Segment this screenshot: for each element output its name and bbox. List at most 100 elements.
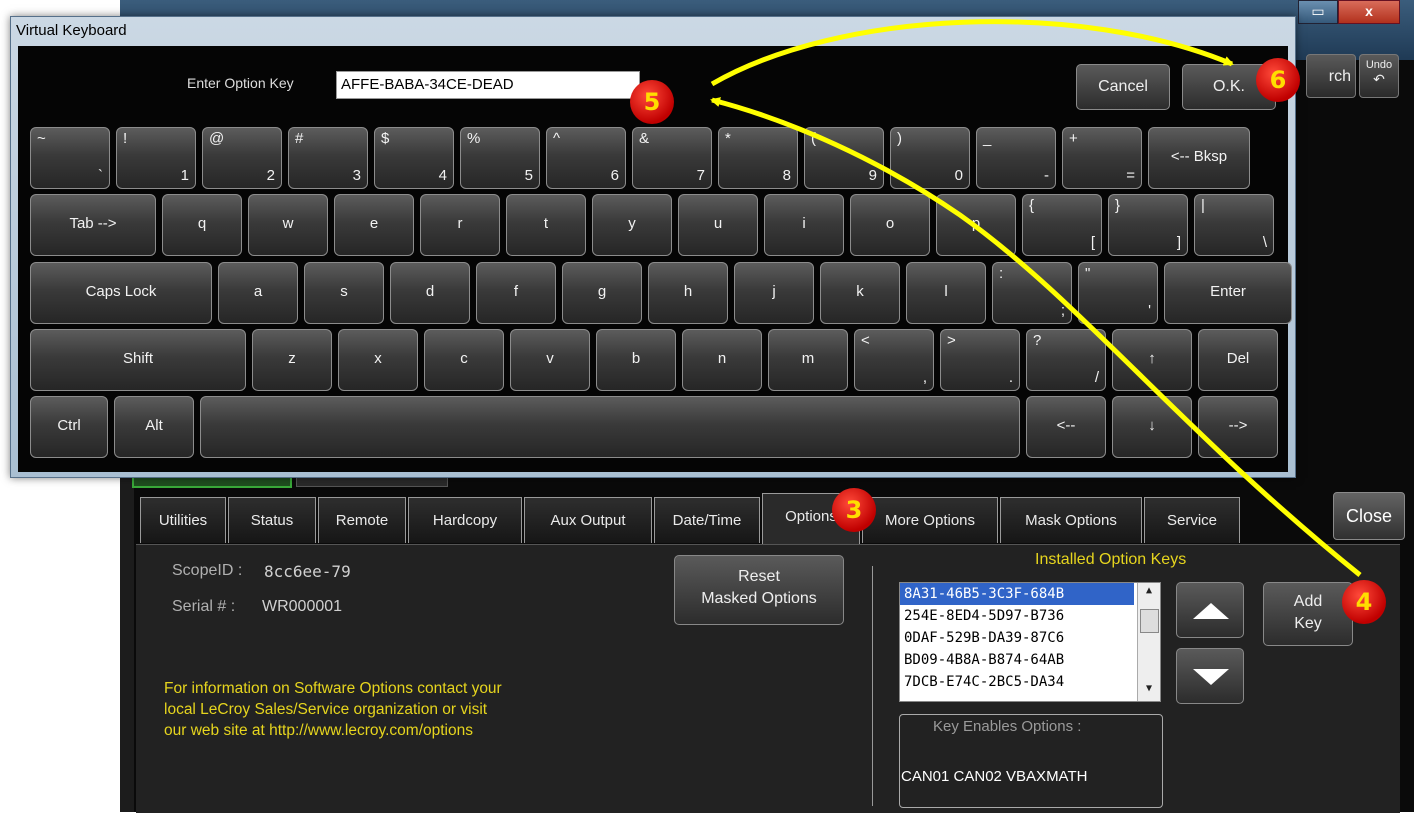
key-label: Alt (145, 417, 163, 434)
tab-date-time[interactable]: Date/Time (654, 497, 760, 543)
installed-key-item[interactable]: 0DAF-529B-DA39-87C6 (900, 627, 1134, 649)
key-z[interactable]: z (252, 329, 332, 391)
move-down-button[interactable] (1176, 648, 1244, 704)
key-symbol[interactable]: ↑ (1112, 329, 1192, 391)
key-i[interactable]: i (764, 194, 844, 256)
key-n[interactable]: n (682, 329, 762, 391)
scroll-up-icon[interactable]: ▲ (1140, 585, 1158, 601)
window-minimize-button[interactable]: ▭ (1298, 0, 1338, 24)
key-symbol[interactable]: :; (992, 262, 1072, 324)
key-s[interactable]: s (304, 262, 384, 324)
key-symbol[interactable]: }] (1108, 194, 1188, 256)
key-tab[interactable]: Tab --> (30, 194, 156, 256)
key-symbol[interactable]: ? / (1026, 329, 1106, 391)
key-d[interactable]: d (390, 262, 470, 324)
key-h[interactable]: h (648, 262, 728, 324)
key-1[interactable]: ! 1 (116, 127, 196, 189)
key-shift[interactable]: Shift (30, 329, 246, 391)
search-button[interactable]: rch (1306, 54, 1356, 98)
key-a[interactable]: a (218, 262, 298, 324)
key-k[interactable]: k (820, 262, 900, 324)
key-caps-lock[interactable]: Caps Lock (30, 262, 212, 324)
installed-key-item[interactable]: 7DCB-E74C-2BC5-DA34 (900, 671, 1134, 693)
tab-aux-output[interactable]: Aux Output (524, 497, 652, 543)
key-0[interactable]: ) 0 (890, 127, 970, 189)
key-symbol[interactable]: ~ ` (30, 127, 110, 189)
tab-more-options[interactable]: More Options (862, 497, 998, 543)
key-symbol[interactable]: _ - (976, 127, 1056, 189)
tab-utilities[interactable]: Utilities (140, 497, 226, 543)
move-up-button[interactable] (1176, 582, 1244, 638)
installed-keys-list[interactable]: 8A31-46B5-3C3F-684B 254E-8ED4-5D97-B736 0D… (899, 582, 1161, 702)
key-label: \ (1262, 234, 1267, 251)
key-x[interactable]: x (338, 329, 418, 391)
key-e[interactable]: e (334, 194, 414, 256)
key-enter[interactable]: Enter (1164, 262, 1292, 324)
key-ctrl[interactable]: Ctrl (30, 396, 108, 458)
key-3[interactable]: #3 (288, 127, 368, 189)
key-w[interactable]: w (248, 194, 328, 256)
scroll-down-icon[interactable]: ▼ (1140, 683, 1158, 699)
window-close-button[interactable]: x (1338, 0, 1400, 24)
key-q[interactable]: q (162, 194, 242, 256)
utilities-tab-bar: Utilities Status Remote Hardcopy Aux Output D… (140, 493, 1300, 545)
cancel-button[interactable]: Cancel (1076, 64, 1170, 110)
key-9[interactable]: (9 (804, 127, 884, 189)
tab-status[interactable]: Status (228, 497, 316, 543)
key-l[interactable]: l (906, 262, 986, 324)
key-t[interactable]: t (506, 194, 586, 256)
installed-key-item[interactable]: 8A31-46B5-3C3F-684B (900, 583, 1134, 605)
key-g[interactable]: g (562, 262, 642, 324)
undo-button[interactable]: Undo ↶ (1359, 54, 1399, 98)
key-c[interactable]: c (424, 329, 504, 391)
key-symbol[interactable]: {[ (1022, 194, 1102, 256)
key-symbol[interactable]: >. (940, 329, 1020, 391)
key-symbol[interactable]: <, (854, 329, 934, 391)
key-label: ] (1176, 234, 1181, 251)
scroll-thumb[interactable] (1140, 609, 1159, 633)
key-j[interactable]: j (734, 262, 814, 324)
key-shift-label: ! (123, 130, 128, 147)
tab-hardcopy[interactable]: Hardcopy (408, 497, 522, 543)
key-label: y (628, 215, 636, 232)
installed-key-item[interactable]: BD09-4B8A-B874-64AB (900, 649, 1134, 671)
add-key-button[interactable]: Add Key (1263, 582, 1353, 646)
key-shift-label: ) (897, 130, 902, 147)
key-2[interactable]: @2 (202, 127, 282, 189)
key-symbol[interactable]: --> (1198, 396, 1278, 458)
close-button[interactable]: Close (1333, 492, 1405, 540)
tab-service[interactable]: Service (1144, 497, 1240, 543)
key-alt[interactable]: Alt (114, 396, 194, 458)
key-r[interactable]: r (420, 194, 500, 256)
key-m[interactable]: m (768, 329, 848, 391)
key-8[interactable]: * 8 (718, 127, 798, 189)
key-6[interactable]: ^ 6 (546, 127, 626, 189)
key-label: t (543, 215, 549, 232)
installed-key-item[interactable]: 254E-8ED4-5D97-B736 (900, 605, 1134, 627)
key-symbol[interactable]: ↓ (1112, 396, 1192, 458)
key-y[interactable]: y (592, 194, 672, 256)
option-key-input[interactable]: AFFE-BABA-34CE-DEAD (336, 71, 640, 99)
key-b[interactable]: b (596, 329, 676, 391)
key-o[interactable]: o (850, 194, 930, 256)
key-5[interactable]: % 5 (460, 127, 540, 189)
key-bksp[interactable]: <-- Bksp (1148, 127, 1250, 189)
space-key[interactable] (200, 396, 1020, 458)
key-7[interactable]: & 7 (632, 127, 712, 189)
reset-masked-options-button[interactable]: Reset Masked Options (674, 555, 844, 625)
key-symbol[interactable]: | \ (1194, 194, 1274, 256)
list-scrollbar[interactable]: ▲ ▼ (1137, 583, 1160, 701)
key-u[interactable]: u (678, 194, 758, 256)
key-p[interactable]: p (936, 194, 1016, 256)
key-v[interactable]: v (510, 329, 590, 391)
key-del[interactable]: Del (1198, 329, 1278, 391)
key-f[interactable]: f (476, 262, 556, 324)
key-symbol[interactable]: " ' (1078, 262, 1158, 324)
key-symbol[interactable]: <-- (1026, 396, 1106, 458)
add-key-line1: Add (1293, 593, 1323, 610)
key-symbol[interactable]: + = (1062, 127, 1142, 189)
key-label: Shift (122, 350, 153, 367)
key-4[interactable]: $4 (374, 127, 454, 189)
tab-remote[interactable]: Remote (318, 497, 406, 543)
tab-mask-options[interactable]: Mask Options (1000, 497, 1142, 543)
